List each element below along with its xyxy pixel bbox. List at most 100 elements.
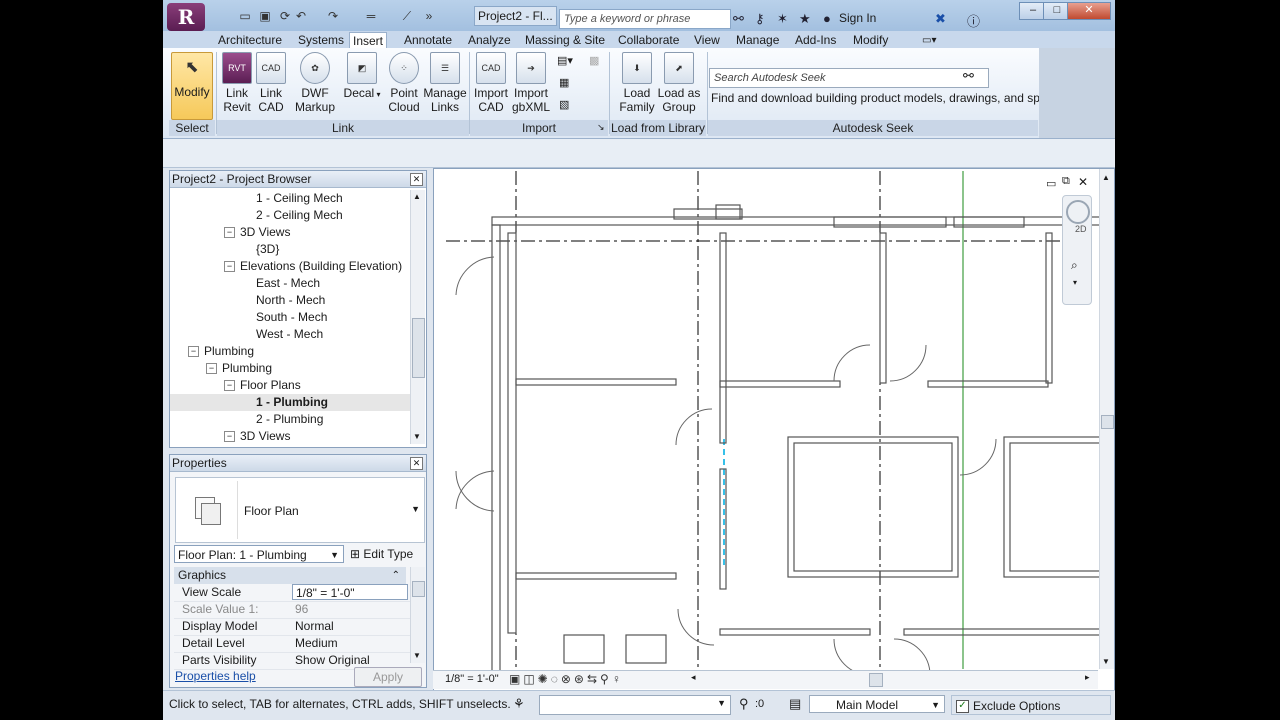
collapse-toggle-icon[interactable]: − bbox=[206, 363, 217, 375]
open-icon[interactable]: ▭ bbox=[237, 9, 253, 23]
browser-scrollbar[interactable]: ▲ ▼ bbox=[410, 190, 425, 444]
canvas-vertical-scrollbar[interactable]: ▲ ▼ bbox=[1099, 169, 1114, 669]
design-option-dropdown[interactable]: Main Model ▼ bbox=[809, 695, 945, 713]
instance-selector[interactable]: Floor Plan: 1 - Plumbing ▼ bbox=[174, 545, 344, 563]
browser-item[interactable]: South - Mech bbox=[170, 309, 410, 326]
more-tools-icon[interactable]: » bbox=[421, 9, 437, 23]
point-cloud-button[interactable]: ⁘ Point Cloud bbox=[385, 52, 423, 118]
browser-item[interactable]: {3D} bbox=[170, 241, 410, 258]
type-selector-preview[interactable]: Floor Plan ▼ bbox=[175, 477, 425, 543]
view-cube-icon[interactable] bbox=[1066, 200, 1090, 224]
exclude-options-toggle[interactable]: ✓ Exclude Options bbox=[951, 695, 1111, 715]
collapse-toggle-icon[interactable]: − bbox=[188, 346, 199, 358]
browser-item[interactable]: − Plumbing bbox=[170, 343, 410, 360]
scroll-thumb[interactable] bbox=[869, 673, 883, 687]
sign-in-link[interactable]: Sign In bbox=[839, 11, 876, 25]
close-icon[interactable]: ✕ bbox=[410, 457, 423, 470]
close-button[interactable]: ✕ bbox=[1067, 2, 1111, 20]
property-value[interactable]: Normal bbox=[292, 618, 408, 634]
tab-add-ins[interactable]: Add-Ins bbox=[792, 32, 839, 49]
load-as-group-button[interactable]: ⬈ Load as Group bbox=[657, 52, 701, 118]
import-gbxml-button[interactable]: ➔ Import gbXML bbox=[511, 52, 551, 118]
property-value[interactable]: 1/8" = 1'-0" bbox=[292, 584, 408, 600]
editing-requests-icon[interactable]: ▤ bbox=[789, 696, 801, 712]
browser-item[interactable]: 1 - Ceiling Mech bbox=[170, 190, 410, 207]
view-scale-control[interactable]: 1/8" = 1'-0" bbox=[445, 673, 499, 685]
import-dialog-launcher-icon[interactable]: ↘ bbox=[597, 122, 605, 133]
drawing-area[interactable]: ▭ ⧉ ✕ 2D ⌕ ▾ ▲ ▼ bbox=[433, 168, 1115, 692]
ribbon-minimize-icon[interactable]: ▭▾ bbox=[919, 32, 939, 49]
tab-annotate[interactable]: Annotate bbox=[401, 32, 455, 49]
scroll-down-icon[interactable]: ▼ bbox=[413, 432, 421, 441]
browser-item[interactable]: North - Mech bbox=[170, 292, 410, 309]
modify-button[interactable]: ⬉ Modify bbox=[171, 52, 213, 120]
exchange-icon[interactable]: ✖ bbox=[935, 11, 946, 27]
scroll-down-icon[interactable]: ▼ bbox=[413, 651, 421, 660]
user-icon[interactable]: ● bbox=[823, 11, 831, 26]
dimension-icon[interactable]: ⟋ bbox=[399, 9, 415, 23]
zoom-icon[interactable]: ⌕ bbox=[1071, 258, 1078, 273]
browser-item[interactable]: − Elevations (Building Elevation) bbox=[170, 258, 410, 275]
binoculars-icon[interactable]: ⚯ bbox=[733, 11, 744, 27]
graphics-group-header[interactable]: Graphics ⌃ bbox=[174, 567, 406, 584]
collapse-toggle-icon[interactable]: − bbox=[224, 261, 235, 273]
tab-architecture[interactable]: Architecture bbox=[215, 32, 285, 49]
scroll-up-icon[interactable]: ▲ bbox=[1102, 173, 1110, 182]
view-control-icons[interactable]: ▣◫✺◌⊗⊛⇆⚲♀ bbox=[509, 672, 624, 686]
link-cad-button[interactable]: CAD Link CAD bbox=[255, 52, 287, 118]
tab-massing-site[interactable]: Massing & Site bbox=[522, 32, 608, 49]
import-cad-button[interactable]: CAD Import CAD bbox=[473, 52, 509, 118]
measure-icon[interactable]: ═ bbox=[363, 9, 379, 23]
scroll-thumb[interactable] bbox=[1101, 415, 1114, 429]
workset-dropdown[interactable]: ▼ bbox=[539, 695, 731, 715]
help-icon[interactable]: ⓘ bbox=[967, 11, 980, 30]
decal-button[interactable]: ◩ Decal ▾ bbox=[343, 52, 381, 118]
dwf-markup-button[interactable]: ✿ DWF Markup bbox=[293, 52, 337, 118]
browser-item[interactable]: 1 - Plumbing bbox=[170, 394, 410, 411]
panel-select-label[interactable]: Select bbox=[169, 120, 215, 136]
load-family-button[interactable]: ⬇ Load Family bbox=[619, 52, 655, 118]
scroll-left-icon[interactable]: ◂ bbox=[691, 672, 696, 683]
manage-images-icon[interactable]: ▧ bbox=[559, 98, 569, 111]
view-close-icon[interactable]: ✕ bbox=[1078, 175, 1088, 189]
browser-item[interactable]: East - Mech bbox=[170, 275, 410, 292]
seek-binoculars-icon[interactable]: ⚯ bbox=[963, 68, 974, 84]
save-icon[interactable]: ▣ bbox=[257, 9, 273, 23]
redo-icon[interactable]: ↷ bbox=[325, 9, 341, 23]
seek-search-input[interactable]: Search Autodesk Seek bbox=[709, 68, 989, 88]
communication-icon[interactable]: ✶ bbox=[777, 11, 788, 27]
manage-links-button[interactable]: ☰ Manage Links bbox=[423, 52, 467, 118]
tab-modify[interactable]: Modify bbox=[850, 32, 891, 49]
worksets-icon[interactable]: ⚘ bbox=[513, 696, 525, 712]
collapse-toggle-icon[interactable]: − bbox=[224, 431, 235, 443]
browser-item[interactable]: −3D Views bbox=[170, 224, 410, 241]
browser-item[interactable]: − Floor Plans bbox=[170, 377, 410, 394]
property-value[interactable]: Medium bbox=[292, 635, 408, 651]
help-search-input[interactable]: Type a keyword or phrase bbox=[559, 9, 731, 29]
chevron-down-icon[interactable]: ▾ bbox=[1073, 278, 1077, 287]
view-restore-icon[interactable]: ⧉ bbox=[1062, 175, 1070, 188]
browser-item[interactable]: 2 - Plumbing bbox=[170, 411, 410, 428]
import-family-types-icon[interactable]: ▩ bbox=[589, 54, 599, 67]
scroll-up-icon[interactable]: ▲ bbox=[413, 192, 421, 201]
filter-icon[interactable]: ⚲ bbox=[739, 696, 749, 712]
application-menu-button[interactable]: R bbox=[167, 3, 205, 31]
link-revit-button[interactable]: RVT Link Revit bbox=[219, 52, 255, 118]
sync-icon[interactable]: ⟳ bbox=[277, 9, 293, 23]
browser-item[interactable]: West - Mech bbox=[170, 326, 410, 343]
favorites-icon[interactable]: ★ bbox=[799, 11, 811, 27]
image-icon[interactable]: ▦ bbox=[559, 76, 569, 89]
collapse-toggle-icon[interactable]: − bbox=[224, 227, 235, 239]
collapse-toggle-icon[interactable]: − bbox=[224, 380, 235, 392]
undo-icon[interactable]: ↶ bbox=[293, 9, 309, 23]
browser-item[interactable]: 2 - Ceiling Mech bbox=[170, 207, 410, 224]
close-icon[interactable]: ✕ bbox=[410, 173, 423, 186]
tab-analyze[interactable]: Analyze bbox=[465, 32, 514, 49]
property-value[interactable]: Show Original bbox=[292, 652, 408, 668]
insert-from-file-icon[interactable]: ▤▾ bbox=[557, 54, 573, 67]
chevron-down-icon[interactable]: ▼ bbox=[411, 504, 420, 514]
apply-button[interactable]: Apply bbox=[354, 667, 422, 687]
browser-item[interactable]: −3D Views bbox=[170, 428, 410, 445]
properties-help-link[interactable]: Properties help bbox=[175, 669, 256, 683]
browser-item[interactable]: − Plumbing bbox=[170, 360, 410, 377]
